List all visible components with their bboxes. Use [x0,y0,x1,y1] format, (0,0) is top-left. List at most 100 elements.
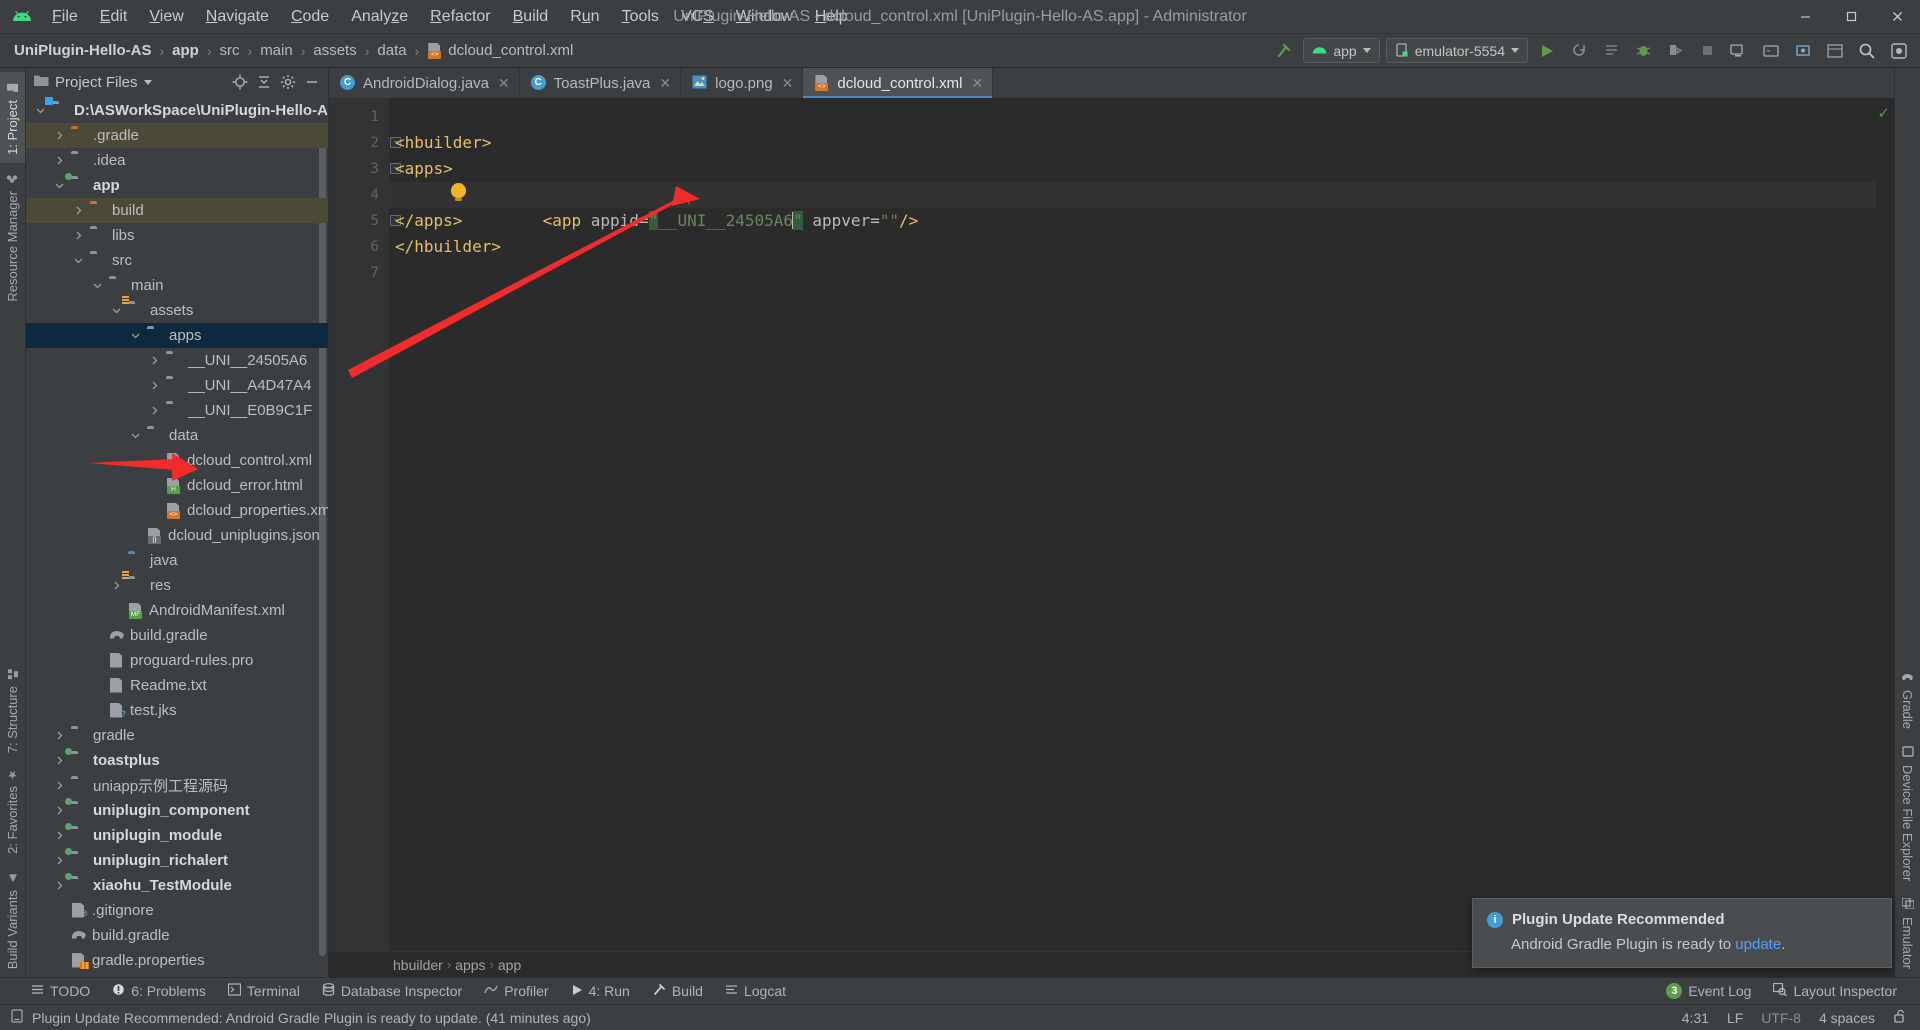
tree-node[interactable]: build [26,198,328,223]
tree-node[interactable]: <> dcloud_control.xml [26,448,328,473]
tree-node[interactable]: ⊘ .gitignore [26,898,328,923]
chevron-right-icon[interactable] [72,231,85,240]
tree-node[interactable]: D:\ASWorkSpace\UniPlugin-Hello-AS [26,97,328,123]
tool-button-resource-manager[interactable]: Resource Manager [0,163,25,310]
tree-node[interactable]: uniplugin_module [26,823,328,848]
chevron-right-icon[interactable] [53,831,66,840]
chevron-right-icon[interactable] [53,781,66,790]
close-icon[interactable]: ✕ [659,75,671,92]
lock-open-icon[interactable] [1893,1009,1906,1026]
tool-button-gradle[interactable]: Gradle [1896,662,1919,737]
inspection-ok-icon[interactable]: ✓ [1877,104,1890,122]
layout-inspector-icon[interactable] [1822,38,1848,64]
tree-node[interactable]: libs [26,223,328,248]
run-configuration-selector[interactable]: app [1303,38,1380,63]
chevron-down-icon[interactable] [53,181,66,190]
project-tree[interactable]: D:\ASWorkSpace\UniPlugin-Hello-AS .gradle… [26,96,328,977]
tree-node[interactable]: proguard-rules.pro [26,648,328,673]
line-number[interactable]: 4 [329,182,389,208]
code-editor[interactable]: 1 2-3- 4 5- 6 7 <hbuilder> <apps> <app appid=… [329,98,1894,951]
tool-window-run[interactable]: 4: Run [562,980,639,1002]
line-number[interactable]: 1 [329,104,389,130]
tool-button-device-file-explorer[interactable]: Device File Explorer [1896,737,1919,889]
device-manager-icon[interactable] [1790,38,1816,64]
menu-navigate[interactable]: Navigate [195,4,280,30]
tool-window-profiler[interactable]: Profiler [475,980,557,1002]
tree-node[interactable]: __UNI__24505A6 [26,348,328,373]
notification-balloon[interactable]: i Plugin Update Recommended Android Grad… [1472,898,1892,968]
tree-node[interactable]: app [26,173,328,198]
tree-node[interactable]: build.gradle [26,923,328,948]
tool-button-emulator[interactable]: Emulator [1896,889,1919,977]
tree-node[interactable]: Hdcloud_error.html [26,473,328,498]
tree-node[interactable]: ? test.jks [26,698,328,723]
close-button[interactable] [1874,0,1920,34]
chevron-down-icon[interactable] [91,281,104,290]
tree-node[interactable]: uniapp示例工程源码 [26,773,328,798]
stop-icon[interactable] [1694,38,1720,64]
breadcrumb-item-file[interactable]: <> dcloud_control.xml [423,40,577,61]
menu-analyze[interactable]: Analyze [340,4,419,30]
tree-node[interactable]: __UNI__A4D47A4 [26,373,328,398]
line-number[interactable]: 2- [329,130,401,156]
tool-window-event-log[interactable]: 3 Event Log [1657,980,1760,1002]
maximize-button[interactable] [1828,0,1874,34]
line-number[interactable]: 5- [329,208,401,234]
tree-node[interactable]: .idea [26,148,328,173]
breadcrumb-item-main[interactable]: main [256,40,297,61]
tool-window-todo[interactable]: TODO [22,980,99,1002]
line-separator[interactable]: LF [1727,1010,1743,1026]
editor-tab[interactable]: logo.png ✕ [681,68,804,98]
tool-window-problems[interactable]: 6: Problems [103,980,215,1002]
tool-window-layout-inspector[interactable]: Layout Inspector [1764,980,1906,1002]
tool-button-project[interactable]: 1: Project [0,72,25,163]
line-number[interactable]: 6 [329,234,389,260]
chevron-down-icon[interactable] [72,256,85,265]
chevron-right-icon[interactable] [53,856,66,865]
chevron-right-icon[interactable] [148,356,161,365]
breadcrumb-item-src[interactable]: src [216,40,244,61]
avd-manager-icon[interactable] [1726,38,1752,64]
tree-node[interactable]: __UNI__E0B9C1F [26,398,328,423]
hide-panel-icon[interactable] [302,72,322,92]
editor-breadcrumb-apps[interactable]: apps [455,957,485,973]
editor-tab[interactable]: C ToastPlus.java ✕ [520,68,682,98]
status-message-area[interactable]: Plugin Update Recommended: Android Gradl… [10,1009,591,1026]
run-icon[interactable] [1534,38,1560,64]
tree-node[interactable]: <> dcloud_properties.xml [26,498,328,523]
tree-node[interactable]: gradle [26,723,328,748]
chevron-right-icon[interactable] [72,206,85,215]
chevron-right-icon[interactable] [53,756,66,765]
chevron-right-icon[interactable] [148,381,161,390]
breadcrumb-item-data[interactable]: data [373,40,410,61]
menu-tools[interactable]: Tools [611,4,670,30]
tree-node[interactable]: res [26,571,328,598]
editor-tab[interactable]: <> dcloud_control.xml ✕ [803,68,994,98]
debug-icon[interactable] [1630,38,1656,64]
chevron-right-icon[interactable] [110,581,123,590]
gear-icon[interactable] [1886,38,1912,64]
menu-help[interactable]: Help [804,4,859,30]
caret-position[interactable]: 4:31 [1682,1010,1709,1026]
tool-button-favorites[interactable]: 2: Favorites ★ [0,761,25,862]
intention-bulb-icon[interactable] [451,183,466,201]
apply-code-changes-icon[interactable] [1598,38,1624,64]
tool-window-terminal[interactable]: Terminal [219,980,309,1002]
tree-node[interactable]: Readme.txt [26,673,328,698]
menu-window[interactable]: Window [725,4,804,30]
editor-breadcrumb-app[interactable]: app [498,957,521,973]
chevron-right-icon[interactable] [53,881,66,890]
breadcrumb-item-app[interactable]: app [168,40,203,61]
line-number[interactable]: 7 [329,260,389,286]
sdk-manager-icon[interactable] [1758,38,1784,64]
tree-node[interactable]: java [26,548,328,573]
menu-refactor[interactable]: Refactor [419,4,501,30]
tool-button-build-variants[interactable]: Build Variants [0,862,25,977]
tool-button-structure[interactable]: 7: Structure [0,658,25,761]
search-icon[interactable] [1854,38,1880,64]
line-number[interactable]: 3- [329,156,401,182]
collapse-all-icon[interactable] [254,72,274,92]
menu-build[interactable]: Build [502,4,560,30]
device-selector[interactable]: emulator-5554 [1385,38,1528,63]
menu-code[interactable]: Code [280,4,340,30]
